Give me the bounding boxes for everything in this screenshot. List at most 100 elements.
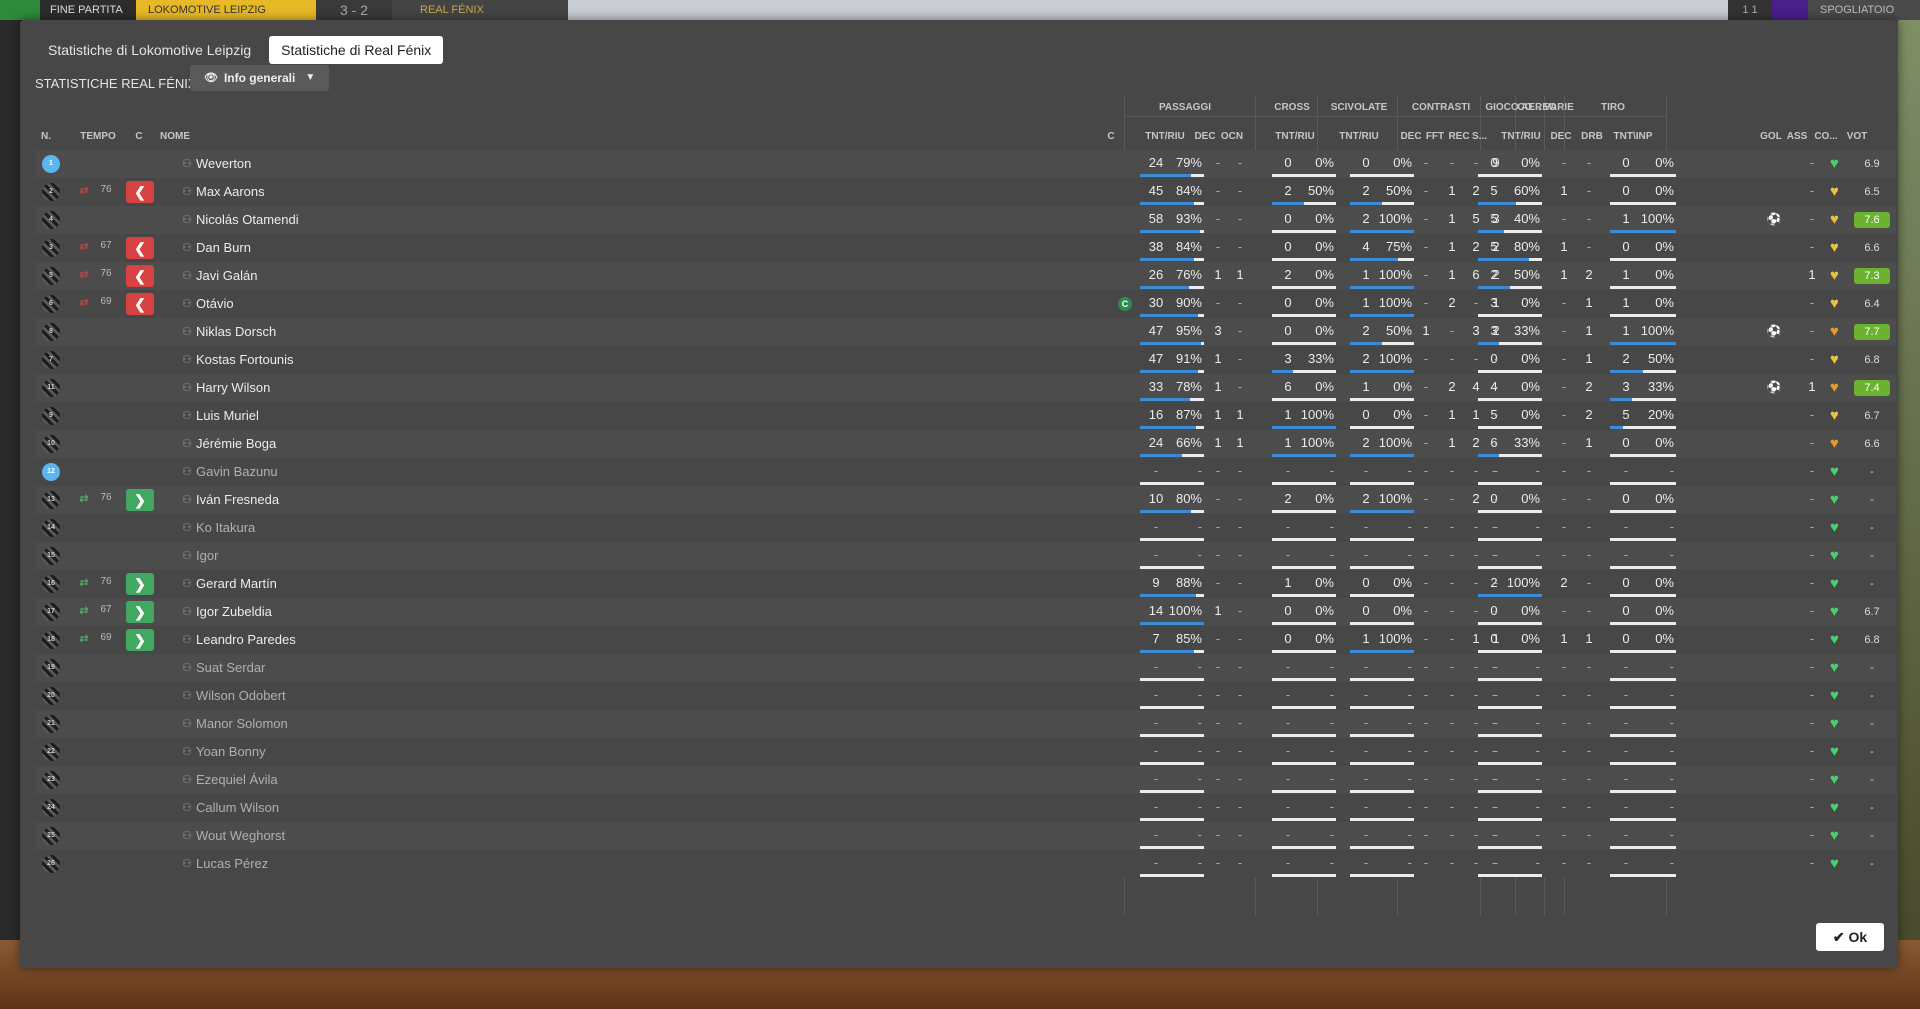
player-name[interactable]: Wout Weghorst <box>196 828 285 843</box>
table-row[interactable]: 16 ⇄ 76 ❯ ⚇ Gerard Martín 9 88% 1 0% 0 0% 2 100% 0 0% - -… <box>36 570 1896 598</box>
table-row[interactable]: 1 ⚇ Weverton 24 79% 0 0% 0 0% 0 0% 0 0% - - - - -9- - - ♥ 6.9 <box>36 150 1896 178</box>
player-name[interactable]: Weverton <box>196 156 251 171</box>
table-row[interactable]: 26 ⚇ Lucas Pérez - - - - - - - - - - - - - - - - - - - ♥ - <box>36 850 1896 878</box>
header-con-rec[interactable]: REC <box>1448 131 1470 142</box>
player-name[interactable]: Manor Solomon <box>196 716 288 731</box>
sub-out-button[interactable]: ❮ <box>126 181 154 203</box>
header-co2[interactable]: CO... <box>1812 131 1840 142</box>
aer-bar <box>1478 398 1542 401</box>
player-name[interactable]: Harry Wilson <box>196 380 270 395</box>
passes-bar-fill <box>1140 510 1192 513</box>
table-row[interactable]: 24 ⚇ Callum Wilson - - - - - - - - - - - - - - - - - - - ♥ - <box>36 794 1896 822</box>
aer-percent: 0% <box>1521 155 1540 170</box>
tiro-bar-fill <box>1610 398 1632 401</box>
player-name[interactable]: Max Aarons <box>196 184 265 199</box>
table-row[interactable]: 6 ⇄ 69 ❮ ⚇ Otávio C 30 90% 0 0% 1 100% 3 0% 1 0% - - -2-1-1… <box>36 290 1896 318</box>
substitution-minute: 76 <box>100 184 112 195</box>
table-row[interactable]: 22 ⚇ Yoan Bonny - - - - - - - - - - - - - - - - - - - ♥ - <box>36 738 1896 766</box>
player-name[interactable]: Jérémie Boga <box>196 436 276 451</box>
player-name[interactable]: Igor Zubeldia <box>196 604 272 619</box>
table-row[interactable]: 10 ⚇ Jérémie Boga 24 66% 1 100% 2 100% 6 33% 0 0% 1 1-… <box>36 430 1896 458</box>
player-name[interactable]: Iván Fresneda <box>196 492 279 507</box>
table-row[interactable]: 9 ⚇ Luis Muriel 16 87% 1 100% 0 0% 5 0% 5 20% 1 1-1 1- -… <box>36 402 1896 430</box>
sub-out-button[interactable]: ❮ <box>126 293 154 315</box>
header-ass[interactable]: ASS <box>1786 131 1808 142</box>
player-name[interactable]: Luis Muriel <box>196 408 259 423</box>
ok-button[interactable]: ✔ Ok <box>1816 923 1884 951</box>
player-name[interactable]: Ko Itakura <box>196 520 255 535</box>
table-row[interactable]: 5 ⇄ 76 ❮ ⚇ Javi Galán 26 76% 2 0% 1 100% 2 50% 1 0% 1 1-1… <box>36 262 1896 290</box>
player-name[interactable]: Gerard Martín <box>196 576 277 591</box>
player-name[interactable]: Kostas Fortounis <box>196 352 294 367</box>
spogliatoio-button[interactable]: SPOGLIATOIO <box>1808 0 1920 20</box>
table-row[interactable]: 8 ⚇ Niklas Dorsch 47 95% 0 0% 2 50% 3 33% 1 100% 3-1-… <box>36 318 1896 346</box>
header-vot[interactable]: VOT <box>1844 131 1870 142</box>
view-dropdown[interactable]: 👁 Info generali ▼ <box>190 65 330 91</box>
table-row[interactable]: 4 ⚇ Nicolás Otamendi 58 93% 0 0% 2 100% 5 40% 1 100%… <box>36 206 1896 234</box>
table-row[interactable]: 13 ⇄ 76 ❯ ⚇ Iván Fresneda 10 80% 2 0% 2 100% 0 0% 0 0% -… <box>36 486 1896 514</box>
player-name[interactable]: Wilson Odobert <box>196 688 286 703</box>
sub-in-button[interactable]: ❯ <box>126 573 154 595</box>
table-row[interactable]: 20 ⚇ Wilson Odobert - - - - - - - - - - - - - - - - - - - ♥ - <box>36 682 1896 710</box>
header-cross-tnt-riu[interactable]: TNT/RIU <box>1272 131 1318 142</box>
header-sciv-tnt-riu[interactable]: TNT/RIU <box>1336 131 1382 142</box>
player-name[interactable]: Ezequiel Ávila <box>196 772 278 787</box>
header-con-s[interactable]: S... <box>1472 131 1487 142</box>
player-name[interactable]: Niklas Dorsch <box>196 324 276 339</box>
header-pass-ocn[interactable]: OCN <box>1220 131 1244 142</box>
cross-percent: - <box>1329 659 1334 674</box>
tab-lokomotive-stats[interactable]: Statistiche di Lokomotive Leipzig <box>36 36 263 64</box>
passes-percent: - <box>1197 463 1202 478</box>
sub-in-button[interactable]: ❯ <box>126 629 154 651</box>
table-row[interactable]: 15 ⚇ Igor - - - - - - - - - - - - - - - - - - - ♥ - <box>36 542 1896 570</box>
header-tiro-tnt-inp[interactable]: TNT\INP <box>1610 131 1656 142</box>
header-c[interactable]: C <box>132 131 146 142</box>
header-co-dec[interactable]: DEC <box>1550 131 1572 142</box>
ass-value: - <box>1809 183 1815 198</box>
table-row[interactable]: 25 ⚇ Wout Weghorst - - - - - - - - - - - - - - - - - - - ♥ - <box>36 822 1896 850</box>
player-name[interactable]: Otávio <box>196 296 234 311</box>
table-row[interactable]: 17 ⇄ 67 ❯ ⚇ Igor Zubeldia 14 100% 0 0% 0 0% 0 0% 0 0% 1-… <box>36 598 1896 626</box>
header-c2[interactable]: C <box>1105 131 1117 142</box>
sub-out-button[interactable]: ❮ <box>126 237 154 259</box>
table-row[interactable]: 12 ⚇ Gavin Bazunu - - - - - - - - - - - - - - - - - - - ♥ - <box>36 458 1896 486</box>
player-name[interactable]: Leandro Paredes <box>196 632 296 647</box>
header-con-dec[interactable]: DEC <box>1400 131 1422 142</box>
player-name[interactable]: Gavin Bazunu <box>196 464 278 479</box>
header-nome[interactable]: NOME <box>160 131 220 142</box>
player-name[interactable]: Callum Wilson <box>196 800 279 815</box>
table-row[interactable]: 19 ⚇ Suat Serdar - - - - - - - - - - - - - - - - - - - ♥ - <box>36 654 1896 682</box>
player-name[interactable]: Nicolás Otamendi <box>196 212 299 227</box>
pass-dec-value: - <box>1215 855 1221 870</box>
tiro-bar <box>1610 566 1676 569</box>
player-name[interactable]: Suat Serdar <box>196 660 265 675</box>
table-row[interactable]: 23 ⚇ Ezequiel Ávila - - - - - - - - - - - - - - - - - - - ♥ - <box>36 766 1896 794</box>
table-row[interactable]: 18 ⇄ 69 ❯ ⚇ Leandro Paredes 7 85% 0 0% 1 100% 0 0% 0 0%… <box>36 626 1896 654</box>
header-con-fft[interactable]: FFT <box>1425 131 1445 142</box>
header-gol[interactable]: GOL <box>1760 131 1782 142</box>
header-var-drb[interactable]: DRB <box>1580 131 1604 142</box>
player-name[interactable]: Javi Galán <box>196 268 257 283</box>
table-row[interactable]: 3 ⇄ 67 ❮ ⚇ Dan Burn 38 84% 0 0% 4 75% 5 80% 0 0% - - -1 2 2 1… <box>36 234 1896 262</box>
table-row[interactable]: 2 ⇄ 76 ❮ ⚇ Max Aarons 45 84% 2 50% 2 50% 5 60% 0 0% - - -1… <box>36 178 1896 206</box>
table-row[interactable]: 21 ⚇ Manor Solomon - - - - - - - - - - - - - - - - - - - ♥ - <box>36 710 1896 738</box>
player-name[interactable]: Igor <box>196 548 218 563</box>
player-name[interactable]: Lucas Pérez <box>196 856 268 871</box>
table-row[interactable]: 11 ⚇ Harry Wilson 33 78% 6 0% 1 0% 4 0% 3 33% 1- -2 4- -… <box>36 374 1896 402</box>
sub-out-button[interactable]: ❮ <box>126 265 154 287</box>
header-aer-tnt-riu[interactable]: TNT/RIU <box>1496 131 1546 142</box>
header-pass-dec[interactable]: DEC <box>1194 131 1216 142</box>
table-row[interactable]: 7 ⚇ Kostas Fortounis 47 91% 3 33% 2 100% 0 0% 2 50% 1… <box>36 346 1896 374</box>
cross-bar-fill <box>1272 454 1336 457</box>
header-tempo[interactable]: TEMPO <box>78 131 118 142</box>
table-row[interactable]: 14 ⚇ Ko Itakura - - - - - - - - - - - - - - - - - - - ♥ - <box>36 514 1896 542</box>
header-pass-tnt-riu[interactable]: TNT/RIU <box>1142 131 1188 142</box>
fine-partita-button[interactable]: FINE PARTITA <box>40 0 136 20</box>
tab-real-fenix-stats[interactable]: Statistiche di Real Fénix <box>269 36 444 64</box>
passes-bar <box>1140 874 1204 877</box>
player-name[interactable]: Yoan Bonny <box>196 744 266 759</box>
sub-in-button[interactable]: ❯ <box>126 489 154 511</box>
header-number[interactable]: N. <box>41 131 61 142</box>
sub-in-button[interactable]: ❯ <box>126 601 154 623</box>
player-name[interactable]: Dan Burn <box>196 240 251 255</box>
